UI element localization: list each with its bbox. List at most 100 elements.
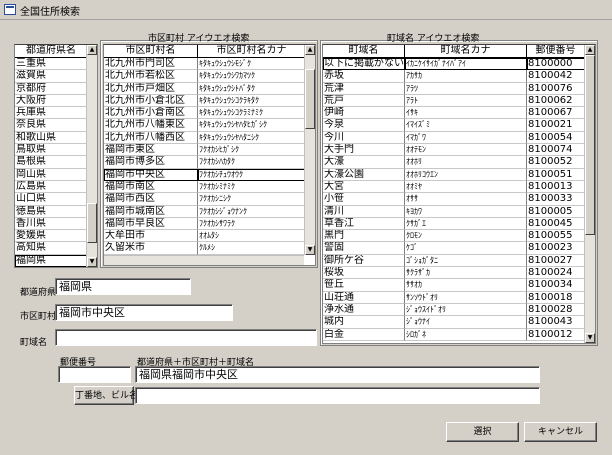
town-postal-cell: 8100062 [527,94,585,108]
cancel-button[interactable]: キャンセル [524,422,597,442]
list-item[interactable]: 三重県 [15,58,97,71]
town-postal-cell: 8100013 [527,180,585,194]
town-postal-cell: 8100067 [527,107,585,120]
list-item[interactable]: 広島県 [15,180,97,194]
table-row[interactable]: 城内 ｼﾞｮｳﾅｲ 8100043 [323,316,595,329]
list-item[interactable]: 島根県 [15,156,97,169]
town-name-cell: 以下に掲載がない場合 [323,58,405,71]
prefecture-name: 福岡県 [15,254,88,267]
prefecture-scrollbar[interactable]: ▲ ▼ [86,45,97,267]
table-row[interactable]: 御所ケ谷 ｺﾞｼｮｶﾞﾀﾆ 8100027 [323,254,595,268]
table-row[interactable]: 白金 ｼﾛｶﾞﾈ 8100012 [323,328,595,341]
chome-building-field[interactable] [135,387,540,404]
list-item[interactable]: 兵庫県 [15,107,97,120]
combined-address-field[interactable]: 福岡県福岡市中央区 [135,366,540,383]
table-row[interactable]: 黒門 ｸﾛﾓﾝ 8100055 [323,230,595,243]
list-item[interactable]: 鳥取県 [15,144,97,157]
list-item[interactable]: 山口県 [15,193,97,206]
city-kana-cell: ｸﾙﾒｼ [198,242,306,255]
table-row[interactable]: 赤坂 ｱｶｻｶ 8100042 [323,70,595,83]
table-row[interactable]: 小笹 ｵｻｻ 8100033 [323,193,595,206]
scroll-thumb[interactable] [305,69,315,129]
prefecture-list[interactable]: 都道府県名 三重県 滋賀県 京都府 大阪府 兵庫県 奈良県 和歌山県 鳥取県 島根県 岡山県 広島県… [14,44,98,268]
table-row[interactable]: 福岡市西区 ﾌｸｵｶｼﾆｼｸ [104,193,315,206]
table-row[interactable]: 久留米市 ｸﾙﾒｼ [104,242,315,255]
table-row[interactable]: 桜坂 ｻｸﾗｻﾞｶ 8100024 [323,267,595,280]
list-item[interactable]: 福岡県 [15,254,97,267]
table-row[interactable]: 草香江 ｸｻｶﾞｴ 8100045 [323,217,595,231]
table-row[interactable]: 北九州市小倉南区 ｷﾀｷｭｳｼｭｳｼｺｸﾗﾐﾅﾐｸ [104,107,315,120]
prefecture-name: 香川県 [15,217,88,231]
table-row[interactable]: 大牟田市 ｵｵﾑﾀｼ [104,230,315,243]
postal-field[interactable] [58,366,131,383]
table-row[interactable]: 北九州市若松区 ｷﾀｷｭｳｼｭｳｼﾜｶﾏﾂｸ [104,70,315,83]
list-item[interactable]: 徳島県 [15,205,97,218]
table-row[interactable]: 大宮 ｵｵﾐﾔ 8100013 [323,180,595,194]
table-row[interactable]: 以下に掲載がない場合ｲｶﾆｹｲｻｲｶﾞﾅｲﾊﾞｱｲ8100000 [323,58,595,71]
table-row[interactable]: 北九州市門司区 ｷﾀｷｭｳｼｭｳｼﾓｼﾞｸ [104,58,315,71]
table-row[interactable]: 福岡市南区 ﾌｸｵｶｼﾐﾅﾐｸ [104,180,315,194]
table-row[interactable]: 警固 ｹｺﾞ 8100023 [323,242,595,255]
town-kana-cell: ｹｺﾞ [405,242,527,255]
list-item[interactable]: 愛媛県 [15,230,97,243]
city-kana-cell: ｷﾀｷｭｳｼｭｳｼﾔﾊﾀﾆｼｸ [198,131,306,145]
list-item[interactable]: 香川県 [15,217,97,231]
city-field[interactable]: 福岡市中央区 [55,304,233,321]
table-row[interactable]: 大手門 ｵｵﾃﾓﾝ 8100074 [323,144,595,157]
chome-building-button[interactable]: 丁番地、ビル名 [74,386,138,405]
table-row[interactable]: 清川 ｷﾖｶﾜ 8100005 [323,205,595,218]
table-row[interactable]: 荒戸 ｱﾗﾄ 8100062 [323,94,595,108]
table-row[interactable]: 福岡市博多区 ﾌｸｵｶｼﾊｶﾀｸ [104,156,315,169]
scroll-up-icon[interactable]: ▲ [585,45,595,55]
table-row[interactable]: 山荘通 ｻﾝｿｳﾄﾞｵﾘ 8100018 [323,291,595,304]
city-name-cell: 北九州市八幡東区 [104,119,198,132]
town-kana-cell: ｺﾞｼｮｶﾞﾀﾆ [405,254,527,268]
table-row[interactable]: 福岡市中央区 ﾌｸｵｶｼﾁｭｳｵｳｸ [104,168,315,181]
town-list[interactable]: 町域名町域名カナ郵便番号 以下に掲載がない場合ｲｶﾆｹｲｻｲｶﾞﾅｲﾊﾞｱｲ81… [322,44,596,344]
table-row[interactable]: 大濠公園 ｵｵﾎﾘｺｳｴﾝ 8100051 [323,168,595,181]
town-postal-cell: 8100042 [527,70,585,83]
scroll-thumb[interactable] [87,203,97,243]
pref-field-label: 都道府県 [20,288,57,298]
scroll-up-icon[interactable]: ▲ [87,45,97,55]
city-name-cell: 福岡市早良区 [104,217,198,231]
table-row[interactable]: 福岡市東区 ﾌｸｵｶｼﾋｶﾞｼｸ [104,144,315,157]
table-row[interactable]: 今川 ｲﾏｶﾞﾜ 8100054 [323,131,595,145]
pref-field[interactable]: 福岡県 [55,278,191,295]
list-item[interactable]: 京都府 [15,82,97,95]
table-row[interactable]: 荒津 ｱﾗﾂ 8100076 [323,82,595,95]
town-kana-cell: ｻﾝｿｳﾄﾞｵﾘ [405,291,527,304]
table-row[interactable]: 伊崎 ｲｻｷ 8100067 [323,107,595,120]
scroll-up-icon[interactable]: ▲ [305,45,315,55]
table-row[interactable]: 福岡市早良区 ﾌｸｵｶｼｻﾜﾗｸ [104,217,315,231]
table-row[interactable]: 浄水通 ｼﾞｮｳｽｲﾄﾞｵﾘ 8100028 [323,303,595,317]
table-row[interactable]: 大濠 ｵｵﾎﾘ 8100052 [323,156,595,169]
list-item[interactable]: 大阪府 [15,94,97,108]
city-list[interactable]: 市区町村名 市区町村名カナ 北九州市門司区 ｷﾀｷｭｳｼｭｳｼﾓｼﾞｸ 北九州市若松区… [103,44,316,266]
town-scrollbar[interactable]: ▲ ▼ [584,45,595,343]
city-name-cell: 福岡市東区 [104,144,198,157]
table-row[interactable]: 北九州市八幡東区 ｷﾀｷｭｳｼｭｳｼﾔﾊﾀﾋｶﾞｼｸ [104,119,315,132]
table-row[interactable]: 北九州市八幡西区 ｷﾀｷｭｳｼｭｳｼﾔﾊﾀﾆｼｸ [104,131,315,145]
scroll-thumb[interactable] [585,55,595,235]
city-name-cell: 大牟田市 [104,230,198,243]
scroll-down-icon[interactable]: ▼ [87,257,97,267]
list-item[interactable]: 滋賀県 [15,70,97,83]
list-item[interactable]: 和歌山県 [15,131,97,145]
table-row[interactable]: 福岡市城南区 ﾌｸｵｶｼｼﾞｮｳﾅﾝｸ [104,205,315,218]
list-item[interactable]: 高知県 [15,242,97,255]
table-row[interactable]: 笹丘 ｻｻｵｶ 8100034 [323,279,595,292]
select-button[interactable]: 選択 [446,422,519,442]
table-row[interactable]: 北九州市戸畑区 ｷﾀｷｭｳｼｭｳｼﾄﾊﾞﾀｸ [104,82,315,95]
list-item[interactable]: 奈良県 [15,119,97,132]
scroll-down-icon[interactable]: ▼ [305,245,315,255]
table-row[interactable]: 今泉 ｲﾏｲｽﾞﾐ 8100021 [323,119,595,132]
city-name-cell: 北九州市戸畑区 [104,82,198,95]
city-name-cell: 北九州市八幡西区 [104,131,198,145]
table-row[interactable]: 北九州市小倉北区 ｷﾀｷｭｳｼｭｳｼｺｸﾗｷﾀｸ [104,94,315,108]
city-vscrollbar[interactable]: ▲ ▼ [304,45,315,255]
scroll-down-icon[interactable]: ▼ [585,333,595,343]
city-hscrollbar[interactable] [104,255,304,265]
town-field[interactable] [55,329,317,346]
list-item[interactable]: 岡山県 [15,168,97,181]
